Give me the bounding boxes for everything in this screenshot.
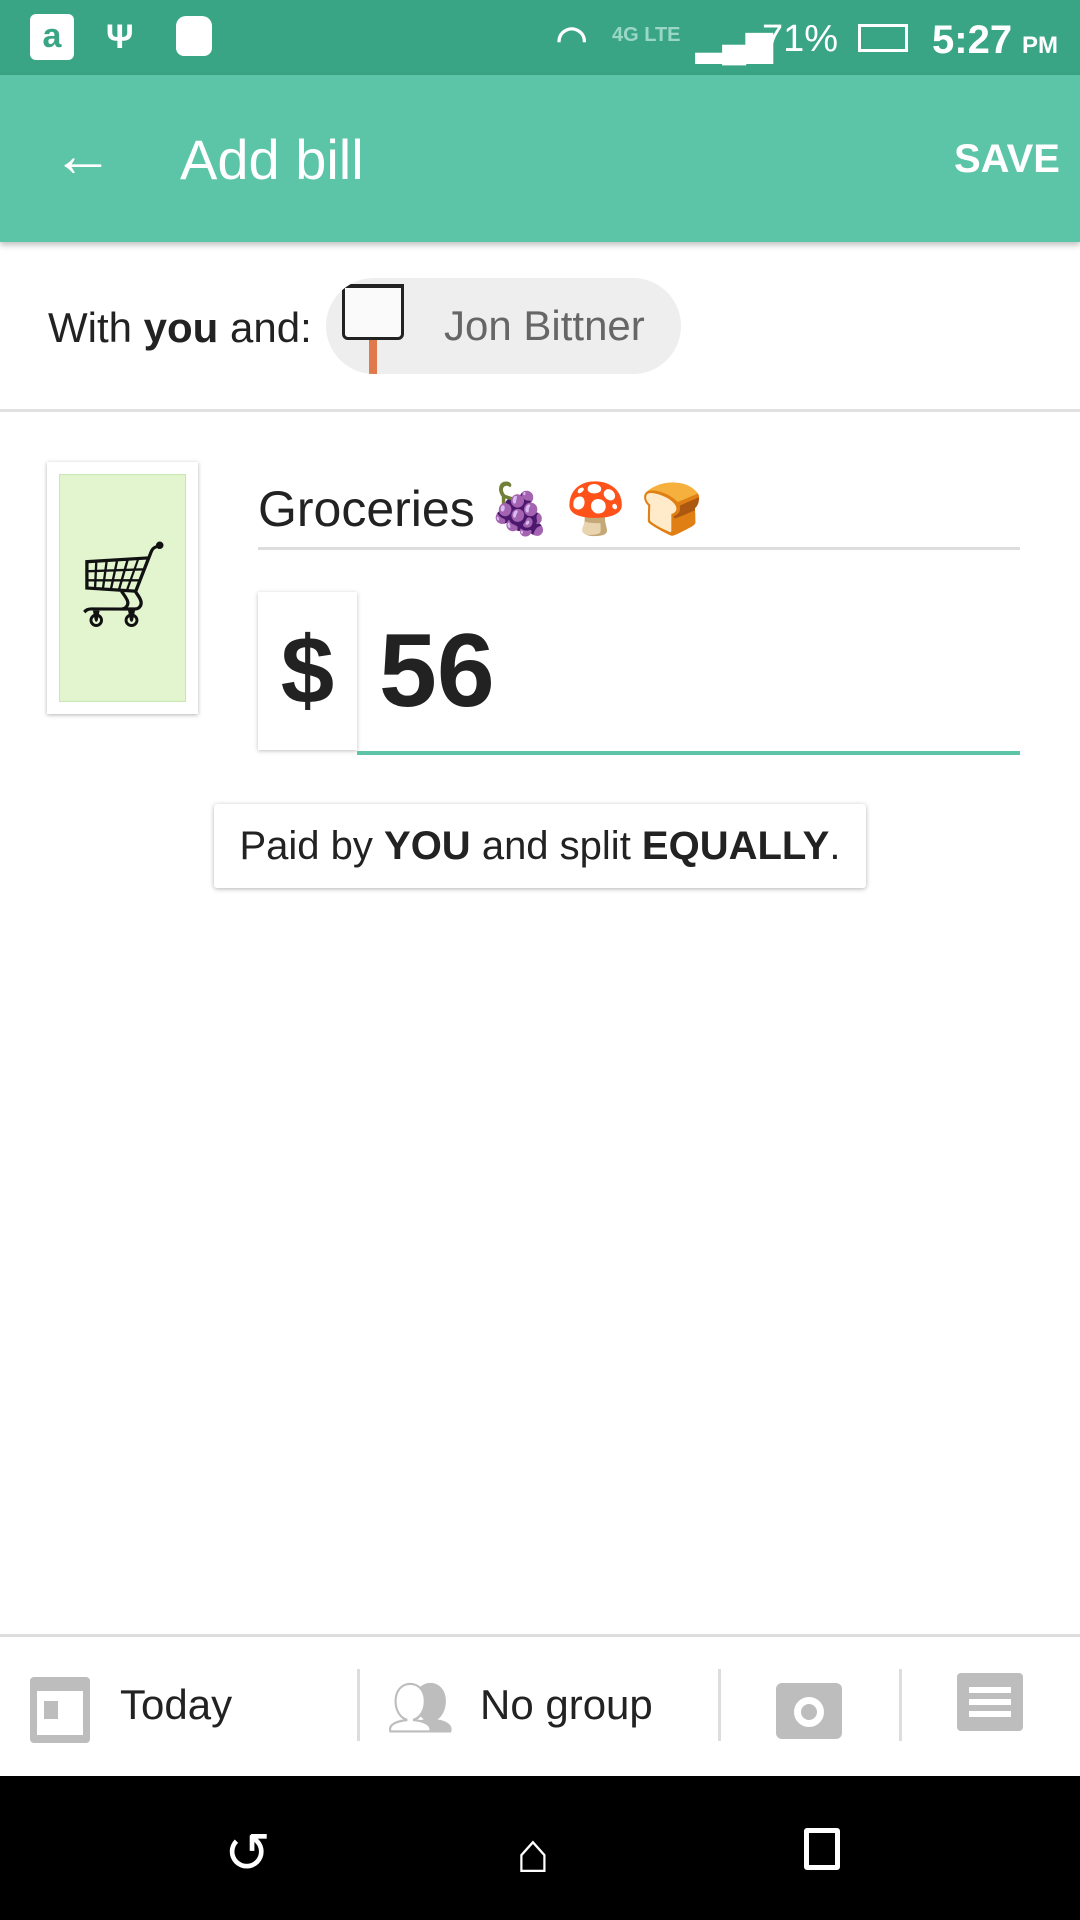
page-title: Add bill [180, 128, 364, 191]
currency-button[interactable]: $ [258, 592, 357, 750]
people-icon: 👥︎ [386, 1678, 455, 1738]
calendar-icon [30, 1677, 90, 1743]
split-end: . [829, 824, 841, 868]
group-label: No group [480, 1681, 653, 1728]
friend-chip[interactable]: Jon Bittner [326, 278, 681, 374]
home-nav-icon[interactable]: ⌂ [516, 1820, 550, 1885]
signal-icon: ▂▄▆ [696, 25, 773, 63]
comment-icon [957, 1673, 1023, 1731]
clock-ampm: PM [1022, 32, 1058, 59]
network-label: 4G LTE [612, 24, 681, 46]
navigation-bar: ↺ ⌂ [0, 1776, 1080, 1920]
recents-nav-icon[interactable] [804, 1828, 840, 1870]
back-nav-icon[interactable]: ↺ [224, 1820, 271, 1886]
date-button[interactable]: Today [0, 1637, 356, 1776]
date-label: Today [120, 1681, 233, 1728]
amount-input[interactable]: 56 [357, 592, 1020, 755]
participants-row: With you and: Jon Bittner [0, 242, 1080, 412]
avatar [342, 284, 404, 340]
save-button[interactable]: SAVE [954, 137, 1060, 182]
with-prefix: With [48, 304, 144, 351]
camera-icon [776, 1683, 842, 1739]
status-bar: a Ψ ◠ 4G LTE ▂▄▆ 71% 5:27 PM [0, 0, 1080, 75]
description-input[interactable]: Groceries 🍇 🍄 🍞 [258, 470, 1020, 550]
battery-charging-icon [858, 24, 908, 52]
category-button[interactable]: 🛒︎ [47, 462, 198, 714]
avatar-stick [369, 340, 377, 374]
wifi-icon: ◠ [556, 18, 588, 59]
split-mid: and split [470, 824, 642, 868]
split-pre: Paid by [239, 824, 385, 868]
with-suffix: and: [218, 304, 312, 351]
with-you: you [143, 304, 219, 351]
bottom-bar: Today 👥︎ No group [0, 1634, 1080, 1776]
description-emoji: 🍇 🍄 🍞 [488, 481, 704, 537]
split-method: EQUALLY [641, 824, 830, 868]
description-text: Groceries [258, 481, 475, 537]
clock: 5:27 [932, 18, 1013, 62]
group-button[interactable]: 👥︎ No group [360, 1637, 716, 1776]
friend-name: Jon Bittner [444, 302, 645, 349]
app-bar: ← Add bill SAVE [0, 75, 1080, 242]
android-icon [176, 16, 212, 56]
shopping-cart-icon: 🛒︎ [70, 537, 177, 631]
battery-percent: 71% [762, 18, 839, 60]
usb-icon: Ψ [106, 18, 134, 56]
back-button[interactable]: ← [52, 125, 114, 187]
amazon-icon: a [30, 14, 74, 60]
split-options-button[interactable]: Paid by YOU and split EQUALLY. [214, 804, 866, 888]
with-label: With you and: [48, 304, 312, 352]
notes-button[interactable] [902, 1637, 1080, 1776]
camera-button[interactable] [721, 1637, 899, 1776]
split-payer: YOU [384, 824, 471, 868]
